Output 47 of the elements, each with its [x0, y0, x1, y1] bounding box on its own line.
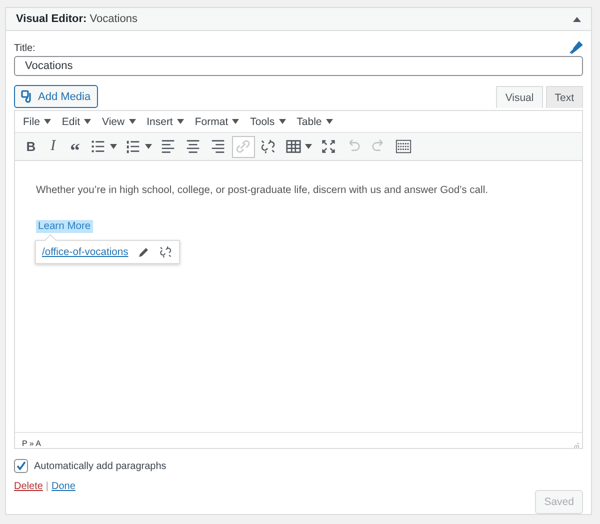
resize-handle-icon[interactable]	[573, 442, 579, 448]
bullet-list-icon	[90, 138, 107, 155]
menu-item[interactable]: Insert	[142, 116, 188, 128]
url-link[interactable]: /office-of-vocations	[42, 246, 128, 258]
toolbar-toggle-icon	[395, 138, 412, 155]
bold-button[interactable]: B	[21, 136, 41, 158]
align-right-icon	[210, 138, 227, 155]
caret-icon	[128, 119, 136, 124]
italic-button[interactable]: I	[43, 136, 63, 158]
title-input[interactable]: Vocations	[14, 56, 583, 76]
checkbox[interactable]	[14, 459, 28, 473]
pencil-icon[interactable]	[569, 40, 583, 54]
numbered-list-icon	[125, 138, 142, 155]
delete-link[interactable]: Delete	[14, 481, 43, 492]
fullscreen-icon	[320, 138, 337, 155]
menu-item[interactable]: Edit	[58, 116, 96, 128]
caret-icon	[326, 119, 333, 124]
checkbox-label: Automatically add paragraphs	[34, 460, 166, 472]
collapse-arrow-icon[interactable]	[573, 16, 581, 22]
blockquote-button[interactable]: “	[65, 136, 85, 158]
add-media-button[interactable]: Add Media	[14, 85, 98, 108]
table-icon	[285, 138, 302, 155]
caret-icon	[278, 119, 286, 124]
menu-item[interactable]: Table	[292, 116, 337, 128]
title-label: Title:	[14, 43, 36, 54]
media-icon	[21, 90, 34, 103]
caret-icon	[176, 119, 184, 124]
align-left-icon	[160, 138, 177, 155]
unlink-icon[interactable]	[159, 245, 174, 259]
panel-title: Visual Editor: Vocations	[16, 13, 138, 25]
caret-icon	[232, 119, 240, 124]
menu-item[interactable]: Tools	[246, 116, 290, 128]
separator: |	[46, 481, 49, 492]
caret-icon	[44, 119, 51, 124]
menu-item[interactable]: View	[98, 116, 140, 128]
menu-item[interactable]: Format	[190, 116, 244, 128]
link-icon	[235, 138, 252, 155]
align-center-icon	[185, 138, 202, 155]
paragraph: Whether you’re in high school, college, or post-graduate life, discern with us and answer God’s call.	[36, 185, 489, 196]
caret-icon	[84, 119, 92, 124]
editor-tab[interactable]: Text	[546, 86, 583, 108]
pencil-icon[interactable]	[138, 246, 150, 258]
done-link[interactable]: Done	[52, 481, 76, 492]
unlink-icon	[260, 138, 277, 155]
menu-item[interactable]: File	[19, 116, 55, 128]
editor-tab[interactable]: Visual	[496, 86, 543, 108]
element-path: P » A	[22, 439, 41, 448]
